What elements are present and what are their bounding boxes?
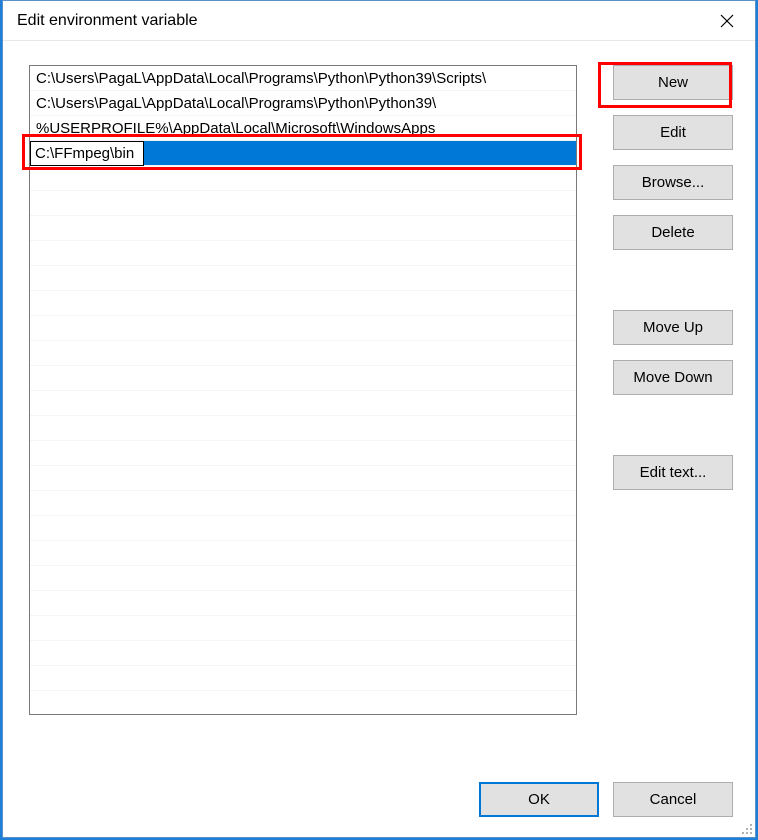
close-icon [720,14,734,28]
list-item-empty[interactable] [30,441,576,466]
dialog-buttons: OK Cancel [479,782,733,817]
delete-button[interactable]: Delete [613,215,733,250]
edit-text-button[interactable]: Edit text... [613,455,733,490]
new-button[interactable]: New [613,65,733,100]
list-item-editing[interactable] [30,141,576,166]
list-item-empty[interactable] [30,391,576,416]
list-item-empty[interactable] [30,691,576,714]
list-item-empty[interactable] [30,191,576,216]
list-item-empty[interactable] [30,341,576,366]
list-item-empty[interactable] [30,491,576,516]
list-item-empty[interactable] [30,466,576,491]
titlebar: Edit environment variable [3,1,755,41]
list-item-empty[interactable] [30,566,576,591]
resize-grip[interactable] [739,821,753,835]
path-list[interactable]: C:\Users\PagaL\AppData\Local\Programs\Py… [29,65,577,715]
move-up-button[interactable]: Move Up [613,310,733,345]
button-column: New Edit Browse... Delete Move Up Move D… [613,65,733,715]
list-item-empty[interactable] [30,316,576,341]
list-item-empty[interactable] [30,666,576,691]
move-down-button[interactable]: Move Down [613,360,733,395]
dialog-content: C:\Users\PagaL\AppData\Local\Programs\Py… [3,41,755,837]
list-item-empty[interactable] [30,366,576,391]
window-title: Edit environment variable [17,12,198,30]
cancel-button[interactable]: Cancel [613,782,733,817]
ok-button[interactable]: OK [479,782,599,817]
list-item-empty[interactable] [30,216,576,241]
close-button[interactable] [699,1,755,41]
list-item-empty[interactable] [30,591,576,616]
list-item[interactable]: C:\Users\PagaL\AppData\Local\Programs\Py… [30,66,576,91]
list-item-empty[interactable] [30,616,576,641]
path-edit-input[interactable] [30,141,144,166]
list-item-empty[interactable] [30,516,576,541]
list-item-empty[interactable] [30,241,576,266]
list-item-empty[interactable] [30,166,576,191]
edit-button[interactable]: Edit [613,115,733,150]
list-item-empty[interactable] [30,541,576,566]
list-item-empty[interactable] [30,291,576,316]
list-item-empty[interactable] [30,416,576,441]
list-item[interactable]: C:\Users\PagaL\AppData\Local\Programs\Py… [30,91,576,116]
list-item[interactable]: %USERPROFILE%\AppData\Local\Microsoft\Wi… [30,116,576,141]
browse-button[interactable]: Browse... [613,165,733,200]
list-item-empty[interactable] [30,266,576,291]
list-item-empty[interactable] [30,641,576,666]
dialog-window: Edit environment variable C:\Users\PagaL… [2,0,756,838]
